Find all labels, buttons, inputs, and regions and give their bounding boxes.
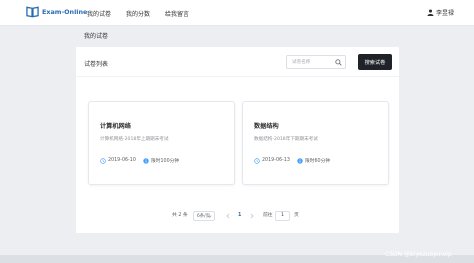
- exam-title: 计算机网络: [100, 123, 131, 130]
- top-navigation-bar: Exam-Online 我的试卷 我的分数 给我留言 李昱禄: [0, 0, 474, 26]
- exam-duration: 限时60分钟: [297, 157, 330, 164]
- page-number-current[interactable]: 1: [238, 211, 241, 221]
- exam-card[interactable]: 计算机网络 计算机网络-2018年上期期末考试 2019-06-10 限时100…: [88, 101, 235, 185]
- exam-title: 数据结构: [254, 123, 279, 130]
- breadcrumb: 我的试卷: [84, 33, 109, 40]
- user-menu[interactable]: 李昱禄: [427, 8, 454, 17]
- brand-logo[interactable]: Exam-Online: [26, 5, 87, 18]
- goto-suffix: 页: [294, 213, 299, 218]
- search-exam-button[interactable]: 搜索试卷: [358, 54, 392, 70]
- exam-duration: 限时100分钟: [143, 157, 179, 164]
- book-icon: [26, 6, 39, 18]
- search-icon[interactable]: [335, 59, 342, 66]
- total-count: 共 2 条: [172, 213, 188, 218]
- exam-duration-text: 限时100分钟: [150, 159, 180, 164]
- nav-my-exams[interactable]: 我的试卷: [87, 9, 111, 18]
- search-input[interactable]: 试卷名称: [286, 55, 346, 69]
- exam-description: 计算机网络-2018年上期期末考试: [100, 137, 169, 142]
- nav-my-scores[interactable]: 我的分数: [126, 9, 150, 18]
- exam-meta: 2019-06-10 限时100分钟: [100, 157, 179, 164]
- exam-date: 2019-06-13: [262, 158, 290, 163]
- chevron-right-icon[interactable]: [249, 213, 255, 219]
- exam-card[interactable]: 数据结构 数据结构-2018年下期期末考试 2019-06-13 限时60分钟: [242, 101, 389, 185]
- chevron-left-icon[interactable]: [225, 213, 231, 219]
- goto-label: 前往: [263, 213, 273, 218]
- brand-name: Exam-Online: [42, 7, 88, 16]
- panel-title: 试卷列表: [84, 61, 109, 68]
- page-size-select[interactable]: 6条/页: [193, 211, 215, 221]
- chevron-down-icon: [207, 215, 212, 218]
- clock-icon: [254, 157, 260, 164]
- nav-leave-message[interactable]: 给我留言: [165, 9, 189, 18]
- panel-divider: [76, 76, 399, 77]
- info-icon: [297, 157, 303, 164]
- search-placeholder: 试卷名称: [292, 60, 311, 65]
- user-icon: [427, 9, 434, 16]
- exam-list-panel: 试卷列表 试卷名称 搜索试卷 计算机网络 计算机网络-2018年上期期末考试 2…: [76, 47, 399, 233]
- info-icon: [143, 157, 149, 164]
- user-name: 李昱禄: [436, 10, 455, 17]
- clock-icon: [100, 157, 106, 164]
- exam-meta: 2019-06-13 限时60分钟: [254, 157, 330, 164]
- exam-date: 2019-06-10: [108, 158, 136, 163]
- watermark: CSDN @biyezuopinvip: [385, 251, 452, 258]
- exam-description: 数据结构-2018年下期期末考试: [254, 137, 318, 142]
- exam-duration-text: 限时60分钟: [304, 159, 331, 164]
- goto-page-input[interactable]: 1: [275, 211, 290, 221]
